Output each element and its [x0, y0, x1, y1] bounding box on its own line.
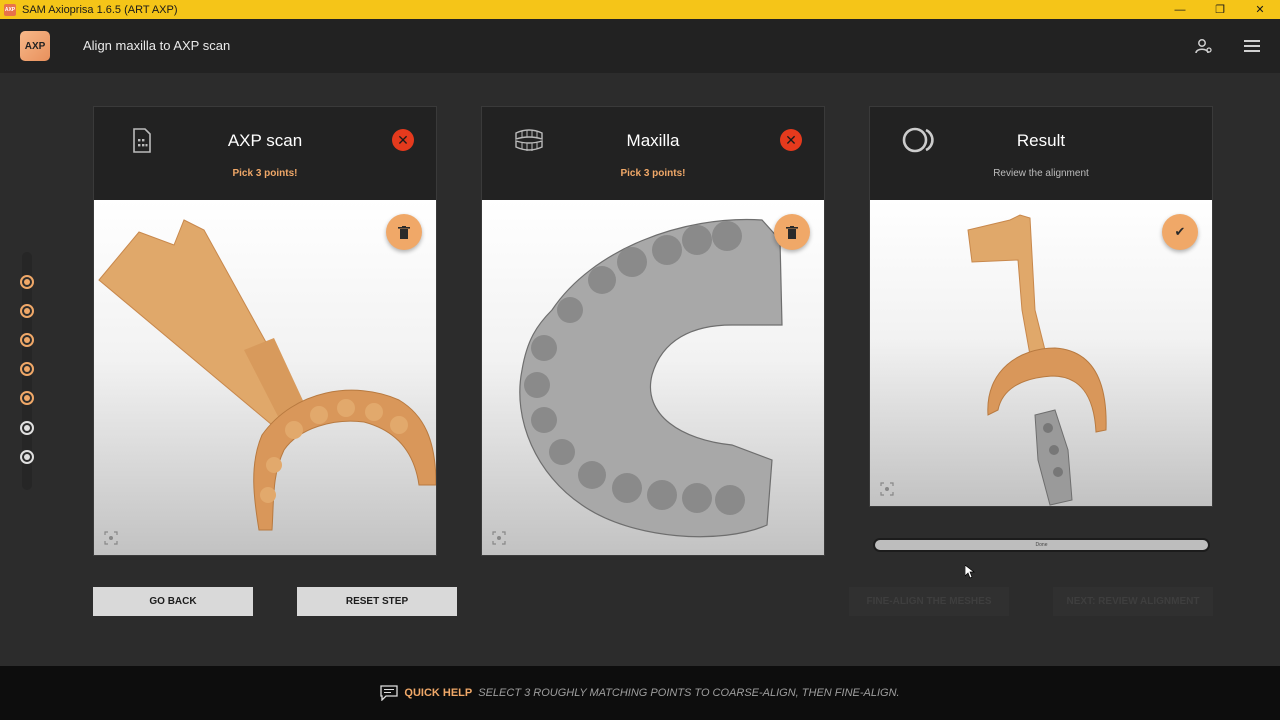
focus-view-icon[interactable]	[104, 531, 118, 545]
app-icon: AXP	[4, 3, 16, 16]
maxilla-title: Maxilla	[626, 131, 680, 150]
step-2[interactable]	[20, 304, 34, 318]
trash-icon	[786, 225, 798, 239]
maxilla-remove-button[interactable]: ✕	[780, 129, 802, 151]
axp-scan-instruction: Pick 3 points!	[232, 168, 298, 179]
go-back-button[interactable]: GO BACK	[93, 587, 253, 616]
axp-scan-model	[98, 219, 436, 531]
axp-remove-button[interactable]: ✕	[392, 129, 414, 151]
mouse-cursor-icon	[965, 565, 975, 579]
axp-scan-panel: AXP scan Pick 3 points! ✕	[93, 106, 437, 556]
step-7[interactable]	[20, 450, 34, 464]
delete-points-button[interactable]	[774, 214, 810, 250]
menu-icon[interactable]	[1242, 36, 1262, 56]
next-review-button[interactable]: NEXT: REVIEW ALIGNMENT	[1053, 587, 1213, 616]
reset-step-button[interactable]: RESET STEP	[297, 587, 457, 616]
confirm-alignment-button[interactable]: ✔	[1162, 214, 1198, 250]
step-6[interactable]	[20, 421, 34, 435]
result-viewport[interactable]: ✔	[870, 200, 1212, 506]
focus-view-icon[interactable]	[880, 482, 894, 496]
result-model	[967, 214, 1107, 506]
fine-align-button[interactable]: FINE-ALIGN THE MESHES	[849, 587, 1009, 616]
quick-help-label: QUICK HELP	[404, 687, 473, 699]
result-instruction: Review the alignment	[993, 168, 1089, 179]
step-1[interactable]	[20, 275, 34, 289]
maxilla-header: Maxilla Pick 3 points! ✕	[482, 107, 824, 200]
step-3[interactable]	[20, 333, 34, 347]
result-title: Result	[1016, 131, 1066, 150]
axp-scan-viewport[interactable]	[94, 200, 436, 555]
window-controls: — ❐ ✕	[1160, 0, 1280, 19]
progress-bar: Done	[873, 538, 1210, 552]
maxilla-viewport[interactable]	[482, 200, 824, 555]
delete-points-button[interactable]	[386, 214, 422, 250]
chat-icon	[380, 685, 399, 701]
app-logo: AXP	[20, 31, 50, 61]
restore-icon[interactable]: ❐	[1200, 0, 1240, 19]
result-panel: Result Review the alignment ✔	[869, 106, 1213, 507]
checkmark-icon: ✔	[1174, 224, 1186, 239]
window-title: SAM Axioprisa 1.6.5 (ART AXP)	[22, 3, 178, 16]
window-titlebar: AXP SAM Axioprisa 1.6.5 (ART AXP) — ❐ ✕	[0, 0, 1280, 19]
quick-help-bar: QUICK HELP Select 3 roughly matching poi…	[0, 666, 1280, 720]
trash-icon	[398, 225, 410, 239]
maxilla-panel: Maxilla Pick 3 points! ✕	[481, 106, 825, 556]
result-header: Result Review the alignment	[870, 107, 1212, 200]
axp-scan-title: AXP scan	[227, 131, 303, 150]
app-header: AXP Align maxilla to AXP scan	[0, 19, 1280, 73]
minimize-icon[interactable]: —	[1160, 0, 1200, 19]
maxilla-model	[519, 218, 783, 538]
progress-label: Done	[1035, 542, 1048, 548]
page-title: Align maxilla to AXP scan	[83, 38, 231, 53]
quick-help-text: Select 3 roughly matching points to coar…	[478, 687, 900, 699]
focus-view-icon[interactable]	[492, 531, 506, 545]
close-window-icon[interactable]: ✕	[1240, 0, 1280, 19]
maxilla-instruction: Pick 3 points!	[620, 168, 686, 179]
axp-scan-header: AXP scan Pick 3 points! ✕	[94, 107, 436, 200]
step-4[interactable]	[20, 362, 34, 376]
step-5[interactable]	[20, 391, 34, 405]
user-settings-icon[interactable]	[1194, 36, 1214, 56]
